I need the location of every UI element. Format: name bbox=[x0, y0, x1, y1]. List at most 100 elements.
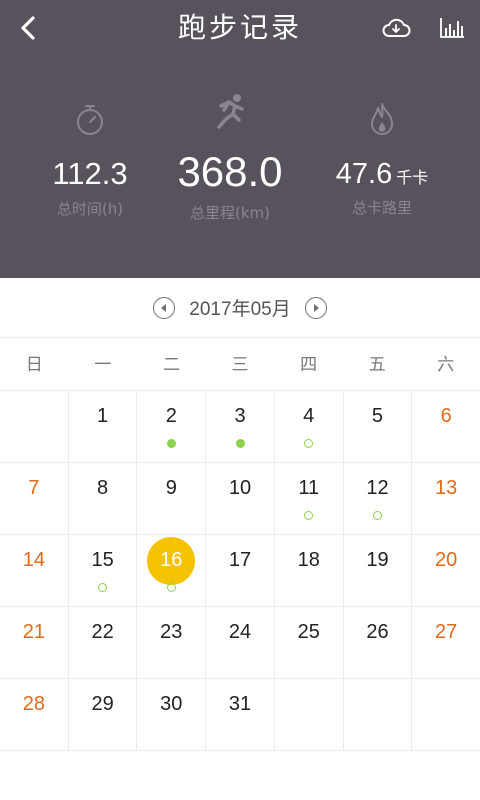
total-calories-value: 47.6 千卡 bbox=[312, 158, 452, 191]
run-record-dot bbox=[372, 511, 382, 520]
stats-header: 跑步记录 112.3 总时间(h) 368.0 总里程(km) 47.6 千卡 … bbox=[0, 0, 480, 278]
calendar-day-number: 22 bbox=[91, 621, 114, 643]
total-calories-label: 总卡路里 bbox=[351, 199, 412, 217]
calendar-day-number: 6 bbox=[440, 405, 452, 427]
run-completed-dot bbox=[166, 439, 176, 448]
calendar-day-11[interactable]: 11 bbox=[275, 463, 344, 534]
back-button[interactable] bbox=[10, 10, 46, 46]
total-distance-stat: 368.0 总里程(km) bbox=[160, 90, 300, 223]
calendar-day-1[interactable]: 1 bbox=[69, 391, 138, 462]
weekday-fri: 五 bbox=[368, 355, 386, 375]
run-record-dot bbox=[304, 511, 314, 520]
calendar-day-4[interactable]: 4 bbox=[275, 391, 344, 462]
calendar-day-number: 13 bbox=[435, 477, 458, 499]
calendar-day-number: 28 bbox=[22, 693, 45, 715]
weekday-thu: 四 bbox=[300, 355, 318, 375]
calendar-day-7[interactable]: 7 bbox=[0, 463, 69, 534]
calendar-day-number: 26 bbox=[366, 621, 389, 643]
runner-icon bbox=[217, 94, 244, 129]
calendar-day-number: 10 bbox=[228, 477, 252, 499]
weekday-tue: 二 bbox=[162, 355, 180, 375]
calendar-day-9[interactable]: 9 bbox=[137, 463, 207, 534]
calendar-day-19[interactable]: 19 bbox=[344, 535, 413, 606]
total-time-label: 总时间(h) bbox=[56, 200, 124, 218]
total-time-value: 112.3 bbox=[52, 156, 128, 191]
calendar-day-23[interactable]: 23 bbox=[137, 607, 207, 678]
calendar-day-number: 14 bbox=[22, 549, 45, 571]
calendar-day-30[interactable]: 30 bbox=[137, 679, 207, 750]
total-distance-label: 总里程(km) bbox=[189, 204, 270, 222]
run-record-dot bbox=[304, 439, 314, 448]
calendar-day-12[interactable]: 12 bbox=[344, 463, 413, 534]
run-record-dot bbox=[98, 583, 108, 592]
calendar-empty-cell bbox=[412, 679, 480, 750]
calendar-day-17[interactable]: 17 bbox=[206, 535, 275, 606]
calendar-week-row: 14 15 16 17 18 19 20 bbox=[0, 535, 480, 607]
calendar-day-number: 19 bbox=[366, 549, 389, 571]
calendar-day-25[interactable]: 25 bbox=[275, 607, 344, 678]
calendar-day-number: 17 bbox=[228, 549, 252, 571]
calendar-day-number: 24 bbox=[228, 621, 252, 643]
top-bar: 跑步记录 bbox=[0, 0, 480, 56]
calendar-day-15[interactable]: 15 bbox=[69, 535, 138, 606]
weekday-mon: 一 bbox=[94, 355, 112, 375]
calendar-day-8[interactable]: 8 bbox=[69, 463, 138, 534]
calendar-day-number: 31 bbox=[228, 693, 252, 715]
calendar-empty-cell bbox=[275, 679, 344, 750]
calendar-day-number: 16 bbox=[160, 549, 183, 571]
calendar-day-27[interactable]: 27 bbox=[412, 607, 480, 678]
calendar-day-6[interactable]: 6 bbox=[412, 391, 480, 462]
calendar-week-row: 28 29 30 31 bbox=[0, 679, 480, 751]
calendar-day-number: 20 bbox=[435, 549, 458, 571]
calendar-week-row: 7 8 9 10 11 12 13 bbox=[0, 463, 480, 535]
calendar-day-number: 2 bbox=[165, 405, 177, 427]
calendar-empty-cell bbox=[344, 679, 413, 750]
calendar-day-26[interactable]: 26 bbox=[344, 607, 413, 678]
calendar-day-number: 4 bbox=[303, 405, 315, 427]
calendar-day-31[interactable]: 31 bbox=[206, 679, 275, 750]
calendar-grid: 1 2 3 4 5 6 7 8 9 10 11 12 13 14 15 16 17 18 19 20 21 22 23 24 2… bbox=[0, 391, 480, 751]
calendar-day-5[interactable]: 5 bbox=[344, 391, 413, 462]
calendar-day-number: 9 bbox=[165, 477, 177, 499]
calendar-day-number: 21 bbox=[22, 621, 45, 643]
statistics-button[interactable] bbox=[434, 12, 470, 44]
calendar-day-14[interactable]: 14 bbox=[0, 535, 69, 606]
weekday-sat: 六 bbox=[437, 355, 455, 375]
calendar-day-number: 3 bbox=[234, 405, 246, 427]
stopwatch-icon bbox=[77, 105, 103, 135]
calendar-day-number: 11 bbox=[298, 477, 320, 499]
calendar-day-24[interactable]: 24 bbox=[206, 607, 275, 678]
calendar-day-20[interactable]: 20 bbox=[412, 535, 480, 606]
calendar-empty-cell bbox=[0, 391, 69, 462]
calendar-day-number: 23 bbox=[160, 621, 183, 643]
calendar-day-29[interactable]: 29 bbox=[69, 679, 138, 750]
calendar-day-21[interactable]: 21 bbox=[0, 607, 69, 678]
calendar-week-row: 21 22 23 24 25 26 27 bbox=[0, 607, 480, 679]
bar-chart-icon bbox=[440, 18, 464, 38]
calendar-day-number: 8 bbox=[97, 477, 109, 499]
calendar-day-22[interactable]: 22 bbox=[69, 607, 138, 678]
calendar-day-13[interactable]: 13 bbox=[412, 463, 480, 534]
calendar-week-row: 1 2 3 4 5 6 bbox=[0, 391, 480, 463]
calendar-day-3[interactable]: 3 bbox=[206, 391, 275, 462]
total-calories-number: 47.6 bbox=[335, 158, 393, 190]
calendar-day-number: 18 bbox=[297, 549, 320, 571]
calendar-day-16[interactable]: 16 bbox=[137, 535, 207, 606]
calendar-day-number: 27 bbox=[435, 621, 458, 643]
month-selector: 2017年05月 bbox=[0, 278, 480, 338]
weekday-sun: 日 bbox=[25, 355, 43, 375]
calendar-day-number: 5 bbox=[371, 405, 384, 427]
calendar-day-10[interactable]: 10 bbox=[206, 463, 275, 534]
prev-month-button[interactable] bbox=[153, 296, 176, 319]
calendar-day-28[interactable]: 28 bbox=[0, 679, 69, 750]
total-calories-unit: 千卡 bbox=[396, 170, 429, 187]
total-calories-stat: 47.6 千卡 总卡路里 bbox=[312, 98, 452, 218]
weekday-header: 日 一 二 三 四 五 六 bbox=[0, 339, 480, 391]
total-time-stat: 112.3 总时间(h) bbox=[20, 98, 160, 219]
prev-month-icon bbox=[161, 303, 167, 312]
back-arrow-icon bbox=[21, 16, 35, 40]
calendar-day-2[interactable]: 2 bbox=[137, 391, 207, 462]
cloud-sync-button[interactable] bbox=[378, 12, 414, 44]
calendar-day-18[interactable]: 18 bbox=[275, 535, 344, 606]
next-month-button[interactable] bbox=[304, 296, 327, 319]
